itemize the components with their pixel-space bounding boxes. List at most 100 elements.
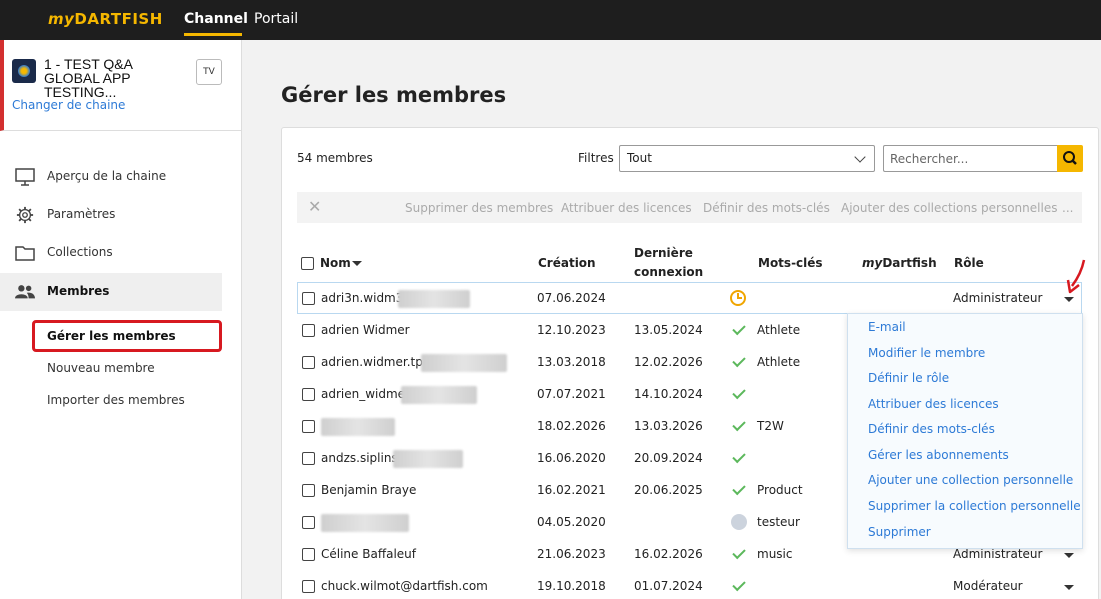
sort-desc-icon[interactable] bbox=[352, 261, 362, 266]
member-name[interactable]: adrien_widmer bbox=[321, 387, 410, 401]
sidebar-item-label: Collections bbox=[47, 245, 113, 259]
folder-icon bbox=[15, 246, 35, 261]
menu-item-set-role[interactable]: Définir le rôle bbox=[868, 371, 949, 385]
redacted-text bbox=[401, 386, 477, 404]
search-button[interactable] bbox=[1057, 145, 1083, 172]
subitem-manage-members[interactable]: Gérer les membres bbox=[47, 329, 176, 343]
member-name[interactable]: adri3n.widm3r bbox=[321, 291, 408, 305]
search-input[interactable] bbox=[883, 145, 1058, 172]
change-channel-link[interactable]: Changer de chaine bbox=[12, 98, 125, 112]
creation-date: 04.05.2020 bbox=[537, 515, 606, 529]
bulk-assign-licenses[interactable]: Attribuer des licences bbox=[561, 201, 692, 215]
member-role: Administrateur bbox=[953, 547, 1043, 561]
monitor-icon bbox=[15, 168, 35, 186]
last-login: 01.07.2024 bbox=[634, 579, 703, 593]
member-name[interactable]: adrien Widmer bbox=[321, 323, 410, 337]
channel-title: 1 - TEST Q&A GLOBAL APP TESTING... bbox=[44, 56, 133, 100]
tv-button[interactable]: TV bbox=[196, 59, 222, 85]
sidebar-item-settings[interactable]: Paramètres bbox=[0, 196, 222, 234]
row-menu-chevron-icon[interactable] bbox=[1064, 553, 1074, 558]
menu-item-email[interactable]: E-mail bbox=[868, 320, 906, 334]
subitem-new-member[interactable]: Nouveau membre bbox=[47, 361, 155, 375]
sidebar-item-label: Aperçu de la chaine bbox=[47, 169, 167, 183]
member-name[interactable]: Céline Baffaleuf bbox=[321, 547, 416, 561]
sidebar-item-members[interactable]: Membres bbox=[0, 273, 222, 311]
bulk-delete-members[interactable]: Supprimer des membres bbox=[405, 201, 553, 215]
redacted-text bbox=[398, 290, 470, 308]
row-checkbox[interactable] bbox=[302, 388, 315, 401]
column-mydartfish-rest: Dartfish bbox=[882, 256, 937, 270]
bulk-add-collections[interactable]: Ajouter des collections personnelles bbox=[841, 201, 1057, 215]
menu-item-assign-licenses[interactable]: Attribuer des licences bbox=[868, 397, 999, 411]
last-login: 13.03.2026 bbox=[634, 419, 703, 433]
creation-date: 16.06.2020 bbox=[537, 451, 606, 465]
last-login: 12.02.2026 bbox=[634, 355, 703, 369]
menu-item-add-personal-collection[interactable]: Ajouter une collection personnelle bbox=[868, 473, 1073, 487]
member-keywords: T2W bbox=[757, 419, 784, 433]
top-bar: myDARTFISH Channel Portail bbox=[0, 0, 1101, 40]
sidebar-item-collections[interactable]: Collections bbox=[0, 234, 222, 272]
menu-item-edit-member[interactable]: Modifier le membre bbox=[868, 346, 985, 360]
row-checkbox[interactable] bbox=[302, 324, 315, 337]
creation-date: 21.06.2023 bbox=[537, 547, 606, 561]
member-name[interactable]: Benjamin Braye bbox=[321, 483, 416, 497]
member-keywords: music bbox=[757, 547, 793, 561]
creation-date: 12.10.2023 bbox=[537, 323, 606, 337]
filter-select[interactable]: Tout bbox=[619, 145, 875, 172]
row-menu-chevron-icon[interactable] bbox=[1064, 585, 1074, 590]
menu-item-delete[interactable]: Supprimer bbox=[868, 525, 931, 539]
sidebar-item-overview[interactable]: Aperçu de la chaine bbox=[0, 158, 222, 196]
menu-item-set-keywords[interactable]: Définir des mots-clés bbox=[868, 422, 995, 436]
menu-item-remove-personal-collection[interactable]: Supprimer la collection personnelle bbox=[868, 499, 1081, 513]
row-checkbox[interactable] bbox=[302, 420, 315, 433]
column-keywords: Mots-clés bbox=[758, 256, 823, 270]
member-keywords: testeur bbox=[757, 515, 800, 529]
pending-clock-icon bbox=[730, 290, 746, 306]
filter-value: Tout bbox=[627, 151, 652, 165]
member-name[interactable]: adrien.widmer.tpd bbox=[321, 355, 430, 369]
column-creation: Création bbox=[538, 256, 596, 270]
member-keywords: Product bbox=[757, 483, 803, 497]
nav-channel-tab[interactable]: Channel bbox=[184, 11, 248, 27]
gear-icon bbox=[16, 206, 34, 224]
column-last-login-line1: Dernière bbox=[634, 246, 693, 260]
creation-date: 16.02.2021 bbox=[537, 483, 606, 497]
row-checkbox[interactable] bbox=[302, 292, 315, 305]
row-checkbox[interactable] bbox=[302, 516, 315, 529]
bulk-more-button[interactable]: ... bbox=[1062, 201, 1073, 215]
column-name[interactable]: Nom bbox=[320, 256, 351, 270]
row-checkbox[interactable] bbox=[302, 452, 315, 465]
last-login: 20.09.2024 bbox=[634, 451, 703, 465]
row-checkbox[interactable] bbox=[302, 484, 315, 497]
creation-date: 07.06.2024 bbox=[537, 291, 606, 305]
nav-portail-tab[interactable]: Portail bbox=[254, 11, 298, 27]
member-role: Modérateur bbox=[953, 579, 1023, 593]
redacted-text bbox=[321, 418, 395, 436]
channel-logo-icon bbox=[12, 59, 36, 83]
column-last-login-line2: connexion bbox=[634, 265, 704, 279]
subitem-import-members[interactable]: Importer des membres bbox=[47, 393, 185, 407]
logo-my: my bbox=[48, 10, 75, 28]
column-role: Rôle bbox=[954, 256, 984, 270]
creation-date: 19.10.2018 bbox=[537, 579, 606, 593]
menu-item-manage-subscriptions[interactable]: Gérer les abonnements bbox=[868, 448, 1009, 462]
sidebar-item-label: Membres bbox=[47, 284, 110, 298]
member-name[interactable]: chuck.wilmot@dartfish.com bbox=[321, 579, 488, 593]
row-checkbox[interactable] bbox=[302, 580, 315, 593]
last-login: 13.05.2024 bbox=[634, 323, 703, 337]
row-checkbox[interactable] bbox=[302, 356, 315, 369]
bulk-set-keywords[interactable]: Définir des mots-clés bbox=[703, 201, 830, 215]
sidebar: 1 - TEST Q&A GLOBAL APP TESTING... TV Ch… bbox=[0, 40, 242, 599]
row-checkbox[interactable] bbox=[302, 548, 315, 561]
column-mydartfish: myDartfish bbox=[862, 256, 937, 270]
member-name[interactable]: andzs.siplins bbox=[321, 451, 398, 465]
search-icon bbox=[1063, 151, 1077, 165]
close-icon[interactable]: ✕ bbox=[308, 199, 321, 215]
row-menu-chevron-icon[interactable] bbox=[1064, 297, 1074, 302]
mydartfish-logo[interactable]: myDARTFISH bbox=[48, 10, 163, 28]
last-login: 14.10.2024 bbox=[634, 387, 703, 401]
select-all-checkbox[interactable] bbox=[301, 257, 314, 270]
creation-date: 18.02.2026 bbox=[537, 419, 606, 433]
creation-date: 13.03.2018 bbox=[537, 355, 606, 369]
member-count: 54 membres bbox=[297, 151, 373, 165]
